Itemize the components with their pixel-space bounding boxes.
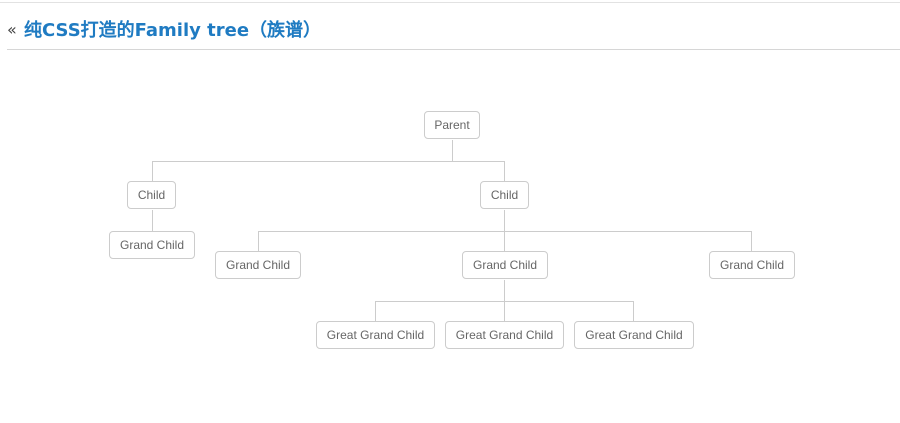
connector-line bbox=[504, 301, 505, 321]
connector-line bbox=[152, 210, 153, 231]
connector-line bbox=[452, 140, 453, 161]
connector-line bbox=[751, 231, 752, 251]
connector-line bbox=[152, 161, 153, 181]
family-tree: Parent Child Child Grand Child Grand Chi… bbox=[0, 0, 900, 423]
tree-node-child[interactable]: Child bbox=[480, 181, 529, 209]
connector-line bbox=[504, 161, 505, 181]
tree-node-grand-child[interactable]: Grand Child bbox=[709, 251, 795, 279]
connector-line bbox=[258, 231, 259, 251]
connector-line bbox=[504, 280, 505, 301]
tree-node-great-grand-child[interactable]: Great Grand Child bbox=[445, 321, 564, 349]
connector-line bbox=[504, 231, 505, 251]
tree-node-parent[interactable]: Parent bbox=[424, 111, 480, 139]
connector-line bbox=[258, 231, 752, 232]
connector-line bbox=[152, 161, 505, 162]
connector-line bbox=[504, 210, 505, 231]
tree-node-grand-child[interactable]: Grand Child bbox=[215, 251, 301, 279]
tree-node-great-grand-child[interactable]: Great Grand Child bbox=[574, 321, 694, 349]
tree-node-grand-child[interactable]: Grand Child bbox=[109, 231, 195, 259]
connector-line bbox=[633, 301, 634, 321]
connector-line bbox=[375, 301, 376, 321]
tree-node-great-grand-child[interactable]: Great Grand Child bbox=[316, 321, 435, 349]
tree-node-child[interactable]: Child bbox=[127, 181, 176, 209]
tree-node-grand-child[interactable]: Grand Child bbox=[462, 251, 548, 279]
